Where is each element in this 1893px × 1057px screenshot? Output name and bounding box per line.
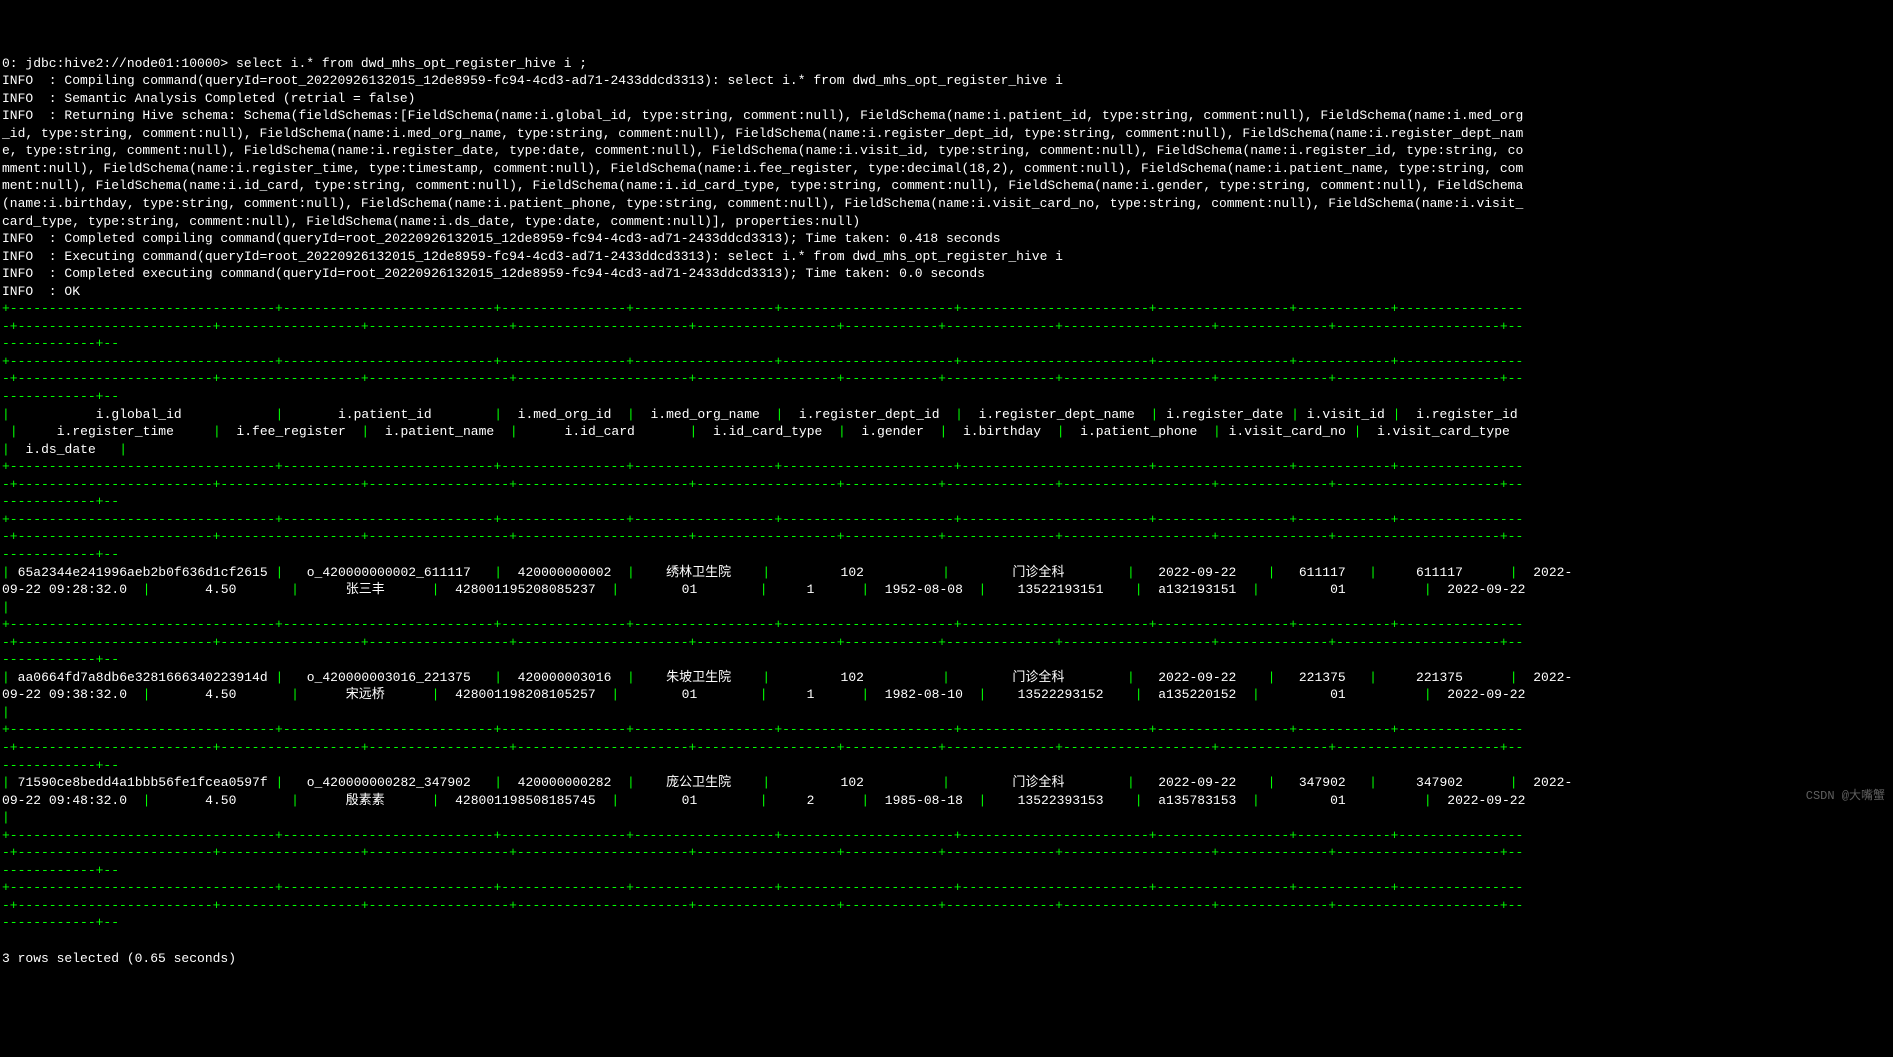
table-separator: +----------------------------------+----…	[2, 828, 1523, 843]
table-separator: +----------------------------------+----…	[2, 722, 1523, 737]
table-row: | 65a2344e241996aeb2b0f636d1cf2615 | o_4…	[2, 565, 1572, 580]
info-line: ment:null), FieldSchema(name:i.id_card, …	[2, 178, 1523, 193]
table-row: | 71590ce8bedd4a1bbb56fe1fcea0597f | o_4…	[2, 775, 1572, 790]
info-line: INFO : Returning Hive schema: Schema(fie…	[2, 108, 1523, 123]
table-row: |	[2, 705, 25, 720]
info-line: INFO : Compiling command(queryId=root_20…	[2, 73, 1063, 88]
table-separator: ------------+--	[2, 758, 119, 773]
table-header-row: | i.ds_date |	[2, 442, 143, 457]
table-separator: +----------------------------------+----…	[2, 512, 1523, 527]
table-separator: +----------------------------------+----…	[2, 301, 1523, 316]
table-separator: -+-------------------------+------------…	[2, 529, 1523, 544]
info-line: INFO : OK	[2, 284, 80, 299]
table-separator: -+-------------------------+------------…	[2, 477, 1523, 492]
info-line: INFO : Executing command(queryId=root_20…	[2, 249, 1063, 264]
info-line: INFO : Semantic Analysis Completed (retr…	[2, 91, 415, 106]
info-line: e, type:string, comment:null), FieldSche…	[2, 143, 1523, 158]
table-separator: ------------+--	[2, 652, 119, 667]
table-separator: ------------+--	[2, 494, 119, 509]
table-separator: ------------+--	[2, 863, 119, 878]
info-line: INFO : Completed compiling command(query…	[2, 231, 1001, 246]
table-separator: -+-------------------------+------------…	[2, 635, 1523, 650]
table-header-row: | i.global_id | i.patient_id | i.med_org…	[2, 407, 1525, 422]
table-separator: +----------------------------------+----…	[2, 354, 1523, 369]
table-row: 09-22 09:28:32.0 | 4.50 | 张三丰 | 42800119…	[2, 582, 1541, 597]
table-separator: +----------------------------------+----…	[2, 880, 1523, 895]
table-separator: -+-------------------------+------------…	[2, 898, 1523, 913]
info-line: INFO : Completed executing command(query…	[2, 266, 985, 281]
prompt-line[interactable]: 0: jdbc:hive2://node01:10000> select i.*…	[2, 56, 587, 71]
table-header-row: | i.register_time | i.fee_register | i.p…	[2, 424, 1525, 439]
table-separator: ------------+--	[2, 915, 119, 930]
table-separator: -+-------------------------+------------…	[2, 740, 1523, 755]
table-row: | aa0664fd7a8db6e3281666340223914d | o_4…	[2, 670, 1572, 685]
table-separator: -+-------------------------+------------…	[2, 319, 1523, 334]
info-line: (name:i.birthday, type:string, comment:n…	[2, 196, 1523, 211]
table-row: |	[2, 810, 25, 825]
table-separator: ------------+--	[2, 336, 119, 351]
table-row: |	[2, 600, 25, 615]
table-row: 09-22 09:48:32.0 | 4.50 | 殷素素 | 42800119…	[2, 793, 1541, 808]
table-separator: -+-------------------------+------------…	[2, 371, 1523, 386]
terminal-output: 0: jdbc:hive2://node01:10000> select i.*…	[2, 55, 1891, 967]
watermark: CSDN @大嘴蟹	[1806, 788, 1885, 804]
table-separator: +----------------------------------+----…	[2, 459, 1523, 474]
info-line: card_type, type:string, comment:null), F…	[2, 214, 860, 229]
table-separator: ------------+--	[2, 389, 119, 404]
info-line: _id, type:string, comment:null), FieldSc…	[2, 126, 1523, 141]
result-footer: 3 rows selected (0.65 seconds)	[2, 951, 236, 966]
table-separator: -+-------------------------+------------…	[2, 845, 1523, 860]
table-separator: +----------------------------------+----…	[2, 617, 1523, 632]
table-separator: ------------+--	[2, 547, 119, 562]
info-line: mment:null), FieldSchema(name:i.register…	[2, 161, 1523, 176]
table-row: 09-22 09:38:32.0 | 4.50 | 宋远桥 | 42800119…	[2, 687, 1541, 702]
